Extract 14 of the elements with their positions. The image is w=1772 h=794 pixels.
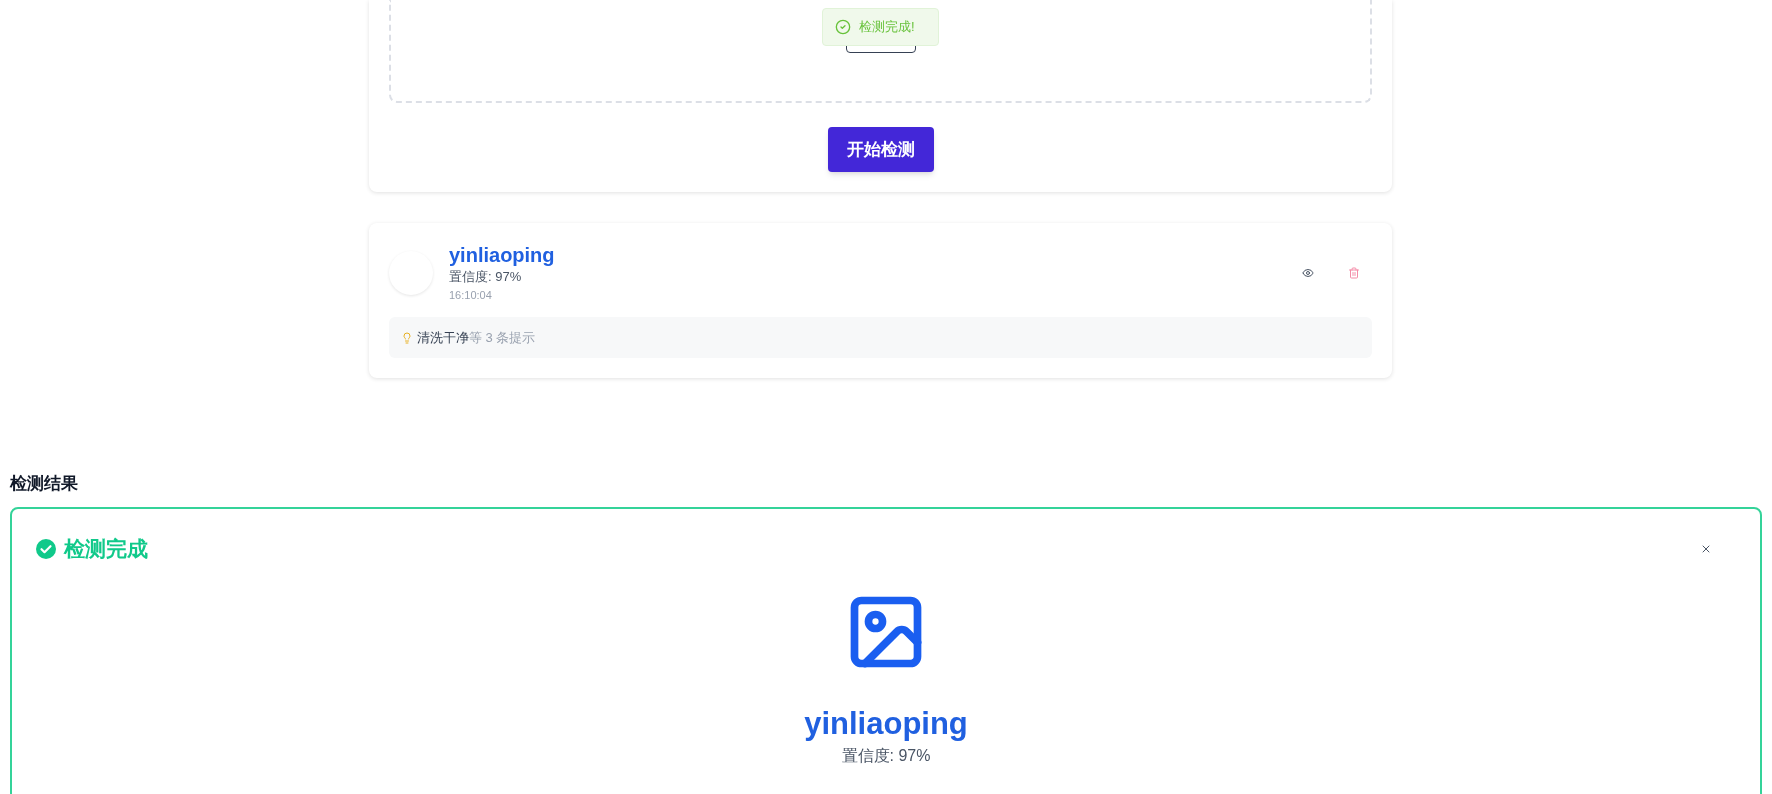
start-button[interactable]: 开始检测 [827, 127, 934, 172]
tip-text: 清洗干净等 3 条提示 [417, 328, 536, 347]
status-title: 检测完成 [64, 536, 148, 562]
toast-text: 检测完成! [859, 18, 915, 37]
section-heading: 检测结果 [10, 473, 79, 495]
view-icon[interactable] [1302, 267, 1314, 279]
result-confidence: 置信度: 97% [841, 745, 931, 766]
item-name: yinliaoping [449, 243, 555, 267]
result-name: yinliaoping [804, 704, 968, 743]
check-icon [835, 19, 851, 35]
time-text: 16:10:04 [449, 288, 493, 303]
check-icon [36, 538, 56, 559]
lightbulb-icon [401, 331, 413, 344]
confidence-text: 置信度: 97% [449, 268, 523, 286]
